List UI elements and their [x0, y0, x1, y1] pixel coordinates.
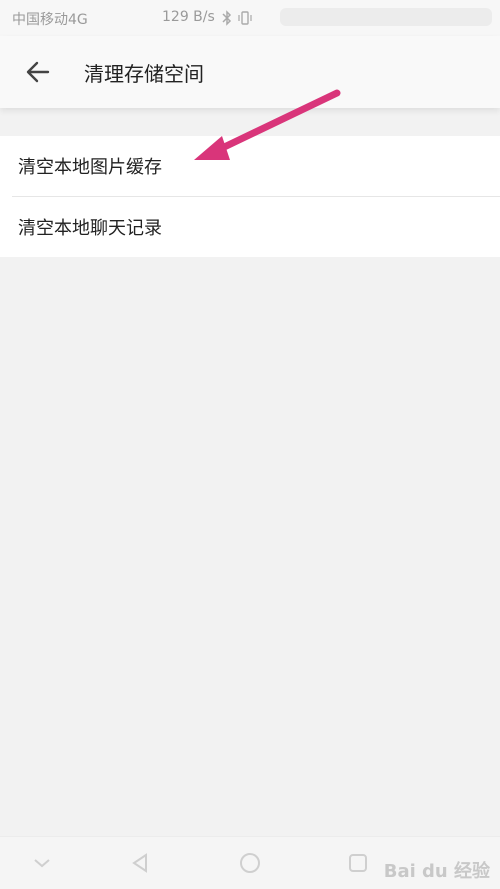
carrier-label: 中国移动4G — [12, 12, 88, 28]
storage-options-list: 清空本地图片缓存 清空本地聊天记录 — [0, 136, 500, 257]
clear-image-cache-item[interactable]: 清空本地图片缓存 — [0, 136, 500, 196]
back-triangle-icon — [132, 853, 147, 873]
hide-keyboard-icon — [34, 859, 50, 868]
hide-keyboard-button[interactable] — [26, 847, 58, 879]
recents-square-icon — [349, 854, 367, 872]
nav-recents-button[interactable] — [342, 847, 374, 879]
home-circle-icon — [240, 853, 260, 873]
arrow-left-icon — [26, 61, 50, 83]
status-bar: 中国移动4G 129 B/s — [0, 0, 500, 36]
bluetooth-icon — [222, 10, 232, 26]
app-bar: 清理存储空间 — [0, 36, 500, 108]
clear-chat-history-item[interactable]: 清空本地聊天记录 — [0, 197, 500, 257]
blurred-status-icons — [280, 8, 492, 26]
network-speed: 129 B/s — [162, 9, 215, 25]
vibrate-icon — [238, 11, 252, 25]
nav-back-button[interactable] — [124, 847, 156, 879]
baidu-watermark: Bai du 经验 — [383, 861, 490, 882]
nav-home-button[interactable] — [234, 847, 266, 879]
system-nav-bar: Bai du 经验 — [0, 836, 500, 889]
page-title: 清理存储空间 — [84, 62, 204, 86]
back-button[interactable] — [18, 52, 58, 92]
